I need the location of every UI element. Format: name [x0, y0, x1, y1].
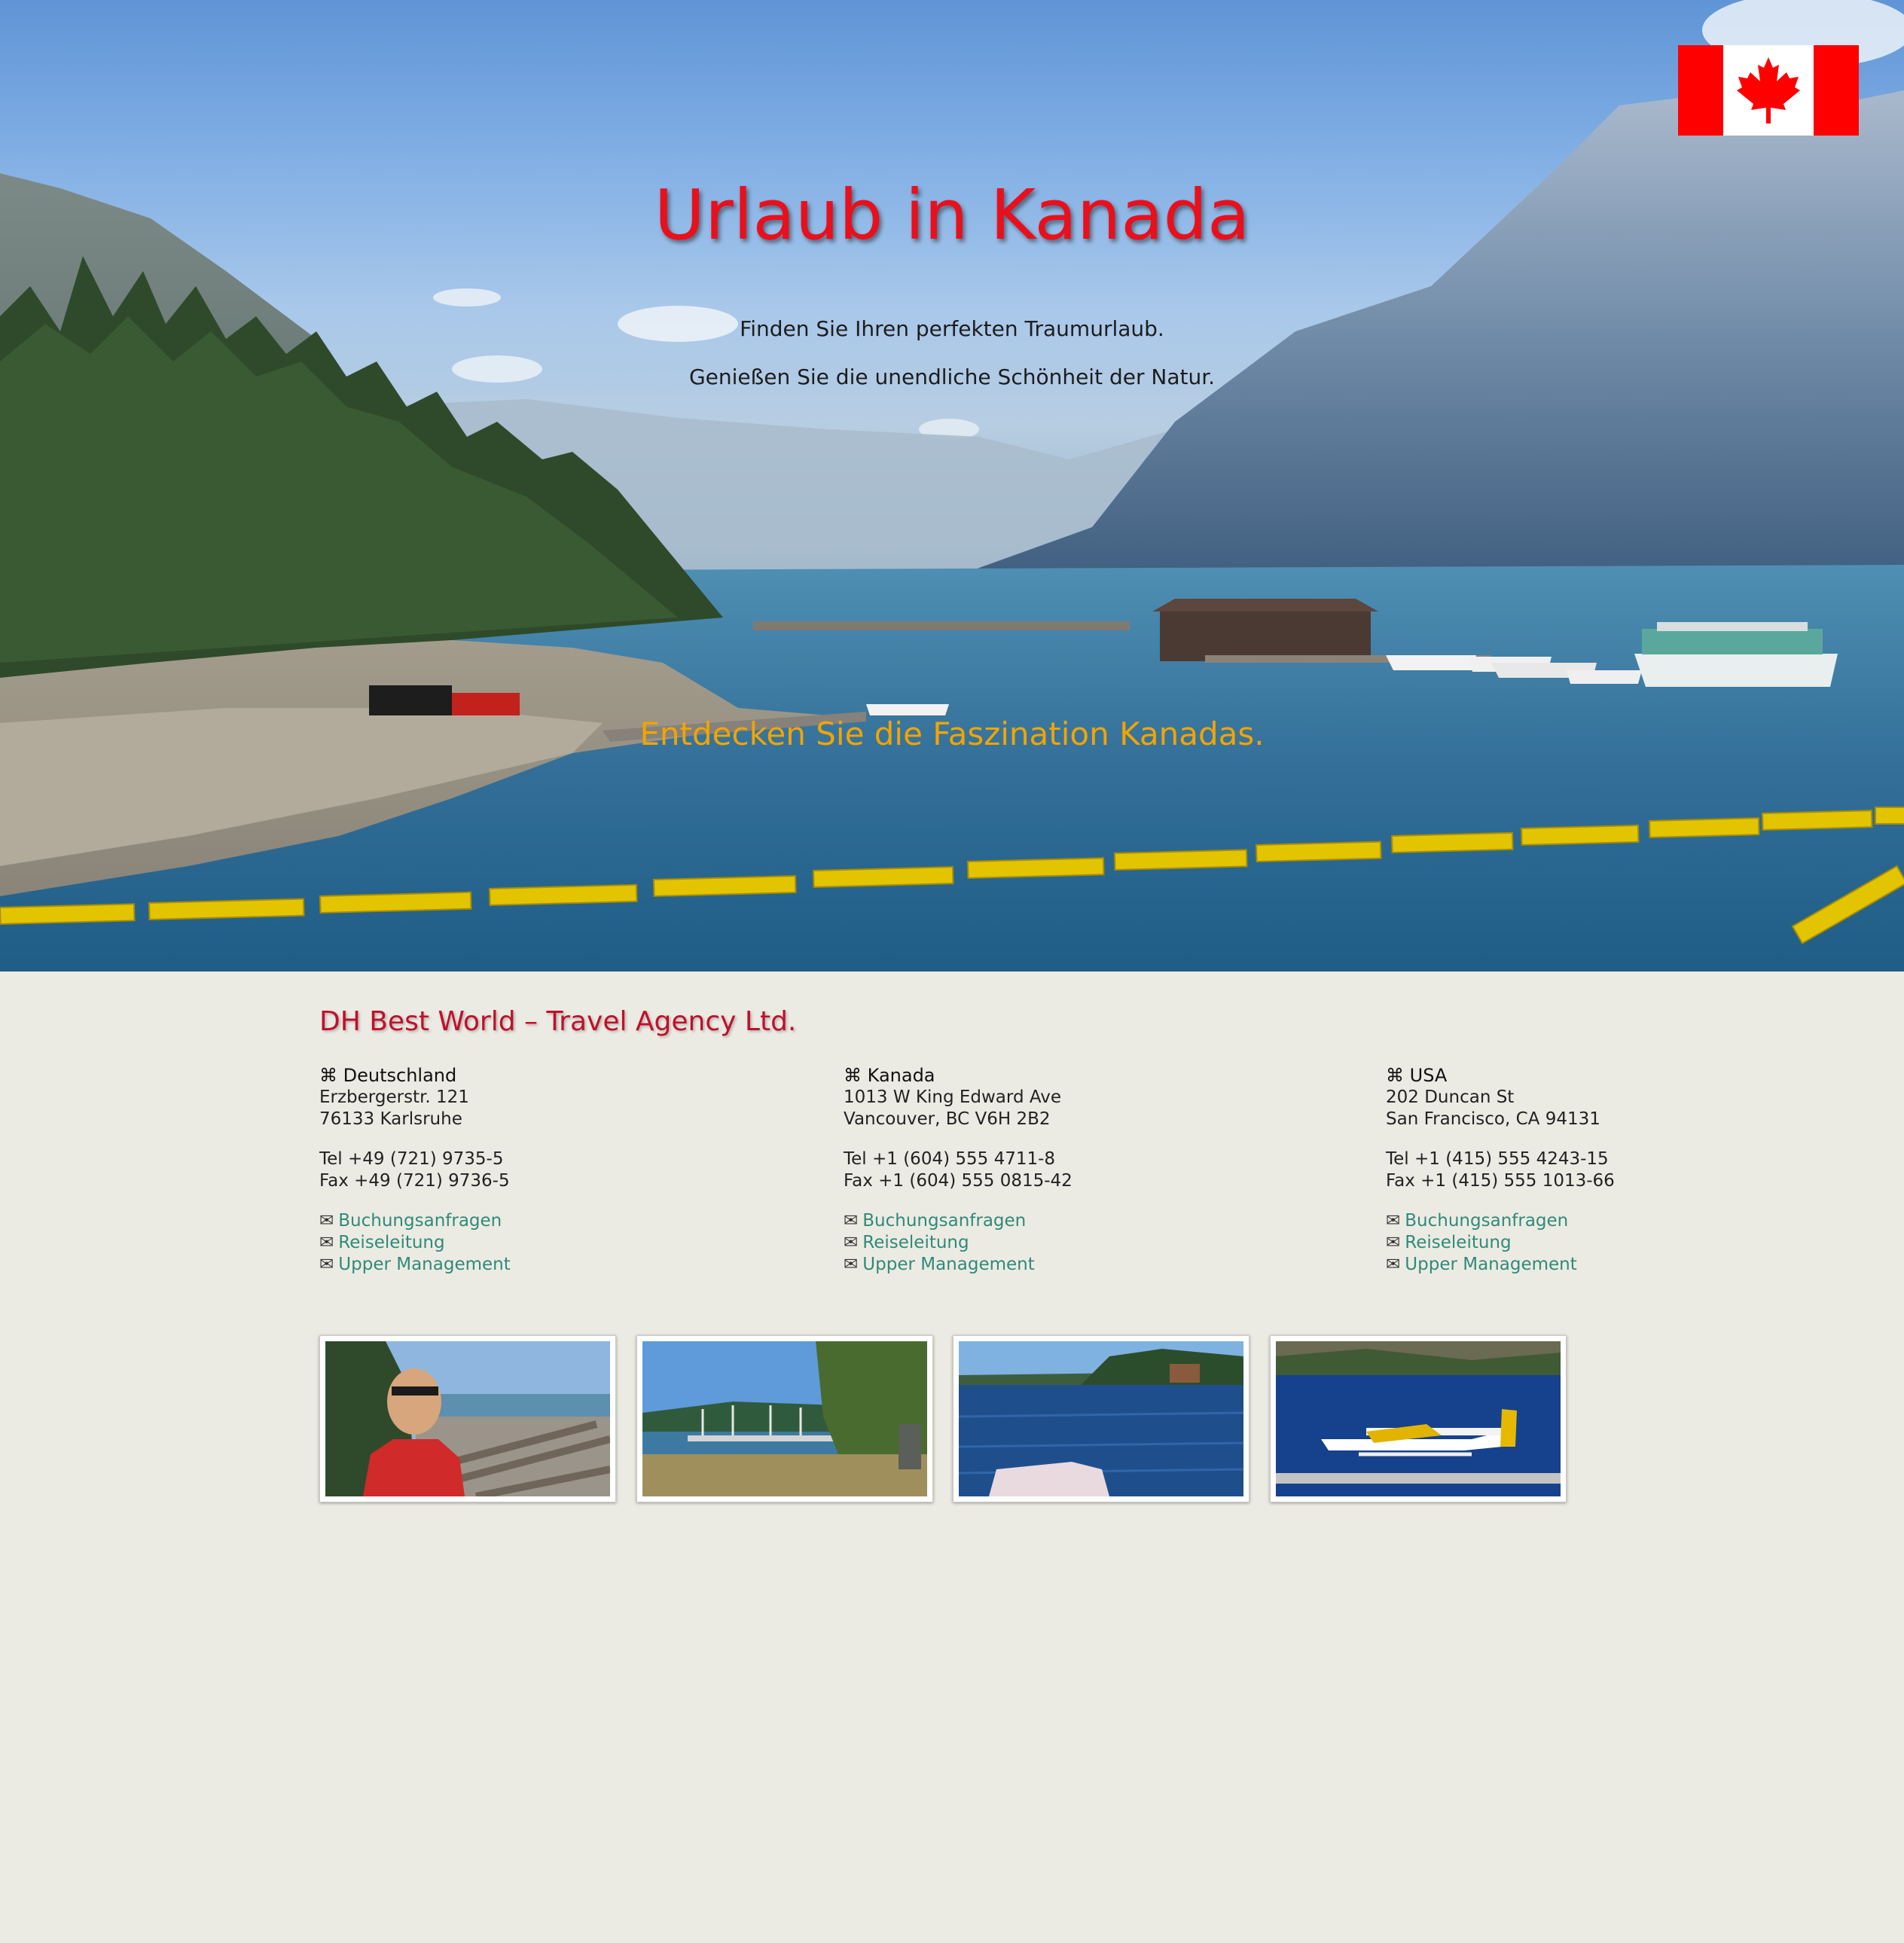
hero-subtitle-2: Genießen Sie die unendliche Schönheit de… [688, 365, 1216, 389]
office-usa: ⌘ USA 202 Duncan St San Francisco, CA 94… [1386, 1065, 1615, 1276]
link-upper-management[interactable]: Upper Management [862, 1255, 1034, 1274]
office-fax: Fax +1 (604) 555 0815-42 [844, 1171, 1073, 1191]
company-name: DH Best World – Travel Agency Ltd. [319, 1006, 797, 1037]
office-country: ⌘ Deutschland [319, 1065, 457, 1086]
canada-flag-icon [1678, 45, 1859, 136]
mail-icon: ✉ [319, 1211, 334, 1231]
office-city: 76133 Karlsruhe [319, 1109, 462, 1129]
mail-icon: ✉ [844, 1233, 859, 1252]
office-fax: Fax +1 (415) 555 1013-66 [1386, 1171, 1615, 1191]
office-kanada: ⌘ Kanada 1013 W King Edward Ave Vancouve… [844, 1065, 1073, 1276]
link-reiseleitung[interactable]: Reiseleitung [862, 1233, 969, 1252]
link-upper-management[interactable]: Upper Management [338, 1255, 510, 1274]
office-tel: Tel +1 (604) 555 4711-8 [844, 1149, 1056, 1169]
lake-landscape-background [0, 0, 1904, 972]
office-country: ⌘ USA [1386, 1065, 1448, 1086]
mail-icon: ✉ [1386, 1233, 1401, 1252]
office-street: Erzbergerstr. 121 [319, 1087, 469, 1107]
gallery-photo-seaplane[interactable] [1270, 1335, 1567, 1502]
link-reiseleitung[interactable]: Reiseleitung [1405, 1233, 1511, 1252]
gallery-photo-beach-selfie[interactable] [319, 1335, 616, 1502]
link-buchungsanfragen[interactable]: Buchungsanfragen [862, 1211, 1026, 1231]
mail-icon: ✉ [319, 1255, 334, 1274]
link-buchungsanfragen[interactable]: Buchungsanfragen [338, 1211, 502, 1231]
hero-tagline: Entdecken Sie die Faszination Kanadas. [639, 715, 1265, 752]
office-fax: Fax +49 (721) 9736-5 [319, 1171, 510, 1191]
hero-title: Urlaub in Kanada [654, 175, 1250, 255]
mail-icon: ✉ [1386, 1255, 1401, 1274]
office-tel: Tel +49 (721) 9735-5 [319, 1149, 504, 1169]
gallery-photo-lake-boat[interactable] [953, 1335, 1250, 1502]
office-street: 202 Duncan St [1386, 1087, 1515, 1107]
office-tel: Tel +1 (415) 555 4243-15 [1386, 1149, 1609, 1169]
mail-icon: ✉ [1386, 1211, 1401, 1231]
mail-icon: ✉ [844, 1255, 859, 1274]
mail-icon: ✉ [319, 1233, 334, 1252]
office-city: Vancouver, BC V6H 2B2 [844, 1109, 1051, 1129]
link-upper-management[interactable]: Upper Management [1405, 1255, 1576, 1274]
hero-banner: Urlaub in Kanada Finden Sie Ihren perfek… [0, 0, 1904, 972]
office-deutschland: ⌘ Deutschland Erzbergerstr. 121 76133 Ka… [319, 1065, 511, 1276]
gallery-photo-marina[interactable] [636, 1335, 933, 1502]
link-buchungsanfragen[interactable]: Buchungsanfragen [1405, 1211, 1568, 1231]
maple-leaf-icon [1737, 57, 1800, 124]
mail-icon: ✉ [844, 1211, 859, 1231]
office-street: 1013 W King Edward Ave [844, 1087, 1062, 1107]
office-country: ⌘ Kanada [844, 1065, 935, 1086]
office-city: San Francisco, CA 94131 [1386, 1109, 1600, 1129]
link-reiseleitung[interactable]: Reiseleitung [338, 1233, 444, 1252]
hero-subtitle-1: Finden Sie Ihren perfekten Traumurlaub. [740, 316, 1164, 341]
